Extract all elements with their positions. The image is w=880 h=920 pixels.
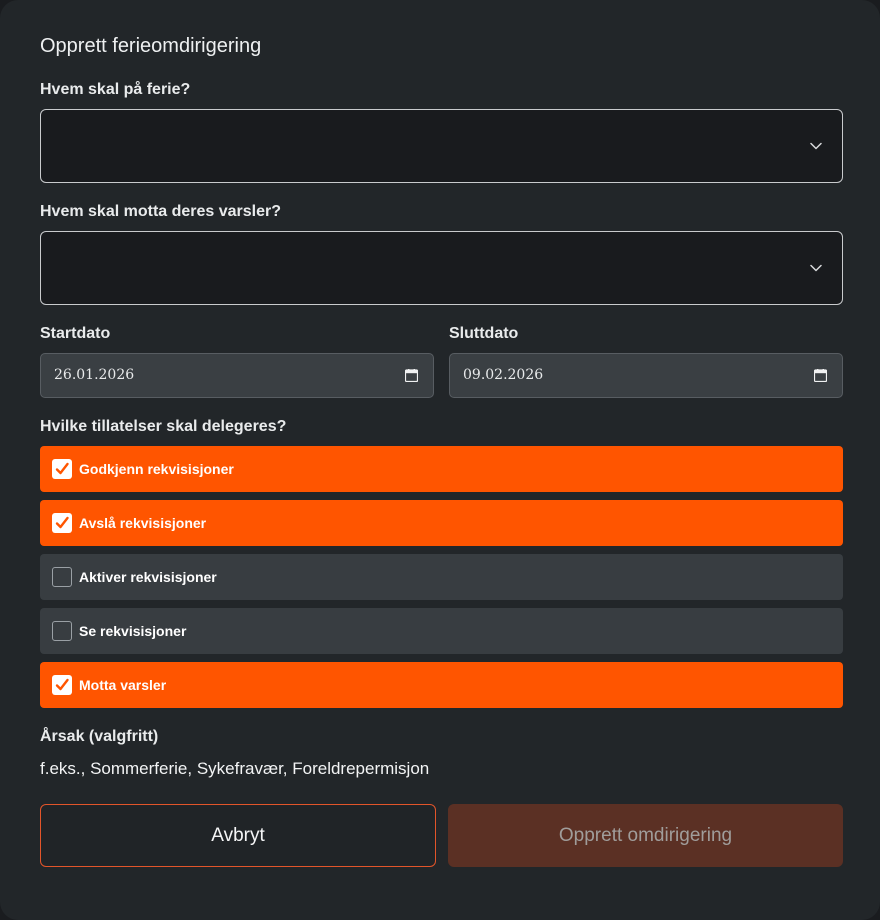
start-date-label: Startdato [40, 325, 111, 342]
permission-label: Aktiver rekvisisjoner [79, 569, 217, 585]
vacation-redirect-dialog: Opprett ferieomdirigering Hvem skal på f… [0, 0, 880, 920]
who-vacation-label: Hvem skal på ferie? [40, 81, 191, 98]
permission-approve-requisitions[interactable]: Godkjenn rekvisisjoner [40, 446, 843, 492]
reason-input[interactable]: f.eks., Sommerferie, Sykefravær, Foreldr… [40, 759, 429, 779]
dialog-title: Opprett ferieomdirigering [40, 35, 262, 57]
permission-activate-requisitions[interactable]: Aktiver rekvisisjoner [40, 554, 843, 600]
create-redirect-button[interactable]: Opprett omdirigering [448, 804, 843, 867]
calendar-icon[interactable] [814, 369, 827, 382]
checkbox-checked[interactable] [52, 513, 72, 533]
checkmark-icon [55, 516, 69, 529]
chevron-down-icon [810, 264, 822, 272]
start-date-input[interactable]: 26.01.2026 [40, 353, 434, 398]
permission-label: Motta varsler [79, 677, 167, 693]
reason-label: Årsak (valgfritt) [40, 728, 159, 745]
who-receive-select[interactable] [40, 231, 843, 305]
permission-receive-notifications[interactable]: Motta varsler [40, 662, 843, 708]
checkbox-checked[interactable] [52, 675, 72, 695]
cancel-button[interactable]: Avbryt [40, 804, 436, 867]
calendar-icon[interactable] [405, 369, 418, 382]
end-date-value: 09.02.2026 [463, 367, 544, 383]
end-date-label: Sluttdato [449, 325, 519, 342]
checkbox-checked[interactable] [52, 459, 72, 479]
permission-label: Se rekvisisjoner [79, 623, 187, 639]
checkmark-icon [55, 462, 69, 475]
checkbox-unchecked[interactable] [52, 621, 72, 641]
permission-label: Godkjenn rekvisisjoner [79, 461, 234, 477]
who-receive-label: Hvem skal motta deres varsler? [40, 203, 282, 220]
permissions-label: Hvilke tillatelser skal delegeres? [40, 418, 287, 435]
chevron-down-icon [810, 142, 822, 150]
checkbox-unchecked[interactable] [52, 567, 72, 587]
who-vacation-select[interactable] [40, 109, 843, 183]
start-date-value: 26.01.2026 [54, 367, 135, 383]
checkmark-icon [55, 678, 69, 691]
permission-label: Avslå rekvisisjoner [79, 515, 207, 531]
permission-view-requisitions[interactable]: Se rekvisisjoner [40, 608, 843, 654]
permission-reject-requisitions[interactable]: Avslå rekvisisjoner [40, 500, 843, 546]
end-date-input[interactable]: 09.02.2026 [449, 353, 843, 398]
